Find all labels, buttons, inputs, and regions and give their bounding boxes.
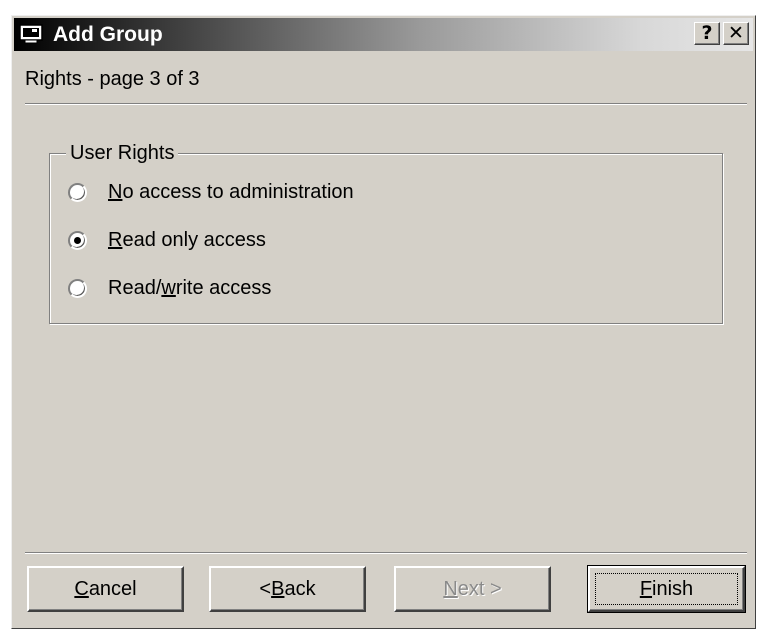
- footer-divider: [25, 552, 747, 554]
- add-group-dialog: Add Group ? ✕ Rights - page 3 of 3 User …: [11, 15, 756, 629]
- header-divider: [25, 103, 747, 105]
- window-icon: [19, 24, 43, 44]
- radio-label-read-only[interactable]: Read only access: [108, 229, 266, 252]
- radio-label-no-access[interactable]: No access to administration: [108, 181, 354, 204]
- user-rights-groupbox: User Rights No access to administration …: [49, 140, 723, 324]
- radio-read-only[interactable]: Read only access: [68, 225, 266, 255]
- cancel-button[interactable]: Cancel: [27, 566, 184, 612]
- finish-button[interactable]: Finish: [587, 565, 746, 613]
- back-button[interactable]: < Back: [209, 566, 366, 612]
- radio-read-write[interactable]: Read/write access: [68, 273, 271, 303]
- title-bar[interactable]: Add Group ? ✕: [14, 18, 753, 51]
- radio-circle-icon[interactable]: [68, 182, 87, 202]
- close-x-icon[interactable]: ✕: [723, 22, 749, 45]
- user-rights-legend: User Rights: [66, 140, 179, 166]
- radio-circle-icon[interactable]: [68, 230, 87, 250]
- next-button[interactable]: Next >: [394, 566, 551, 612]
- radio-no-access[interactable]: No access to administration: [68, 177, 354, 207]
- radio-dot-icon: [74, 236, 81, 244]
- radio-circle-icon[interactable]: [68, 278, 87, 298]
- window-title: Add Group: [53, 23, 163, 46]
- page-heading: Rights - page 3 of 3: [25, 68, 200, 90]
- radio-label-read-write[interactable]: Read/write access: [108, 277, 271, 300]
- question-mark-icon[interactable]: ?: [694, 22, 720, 45]
